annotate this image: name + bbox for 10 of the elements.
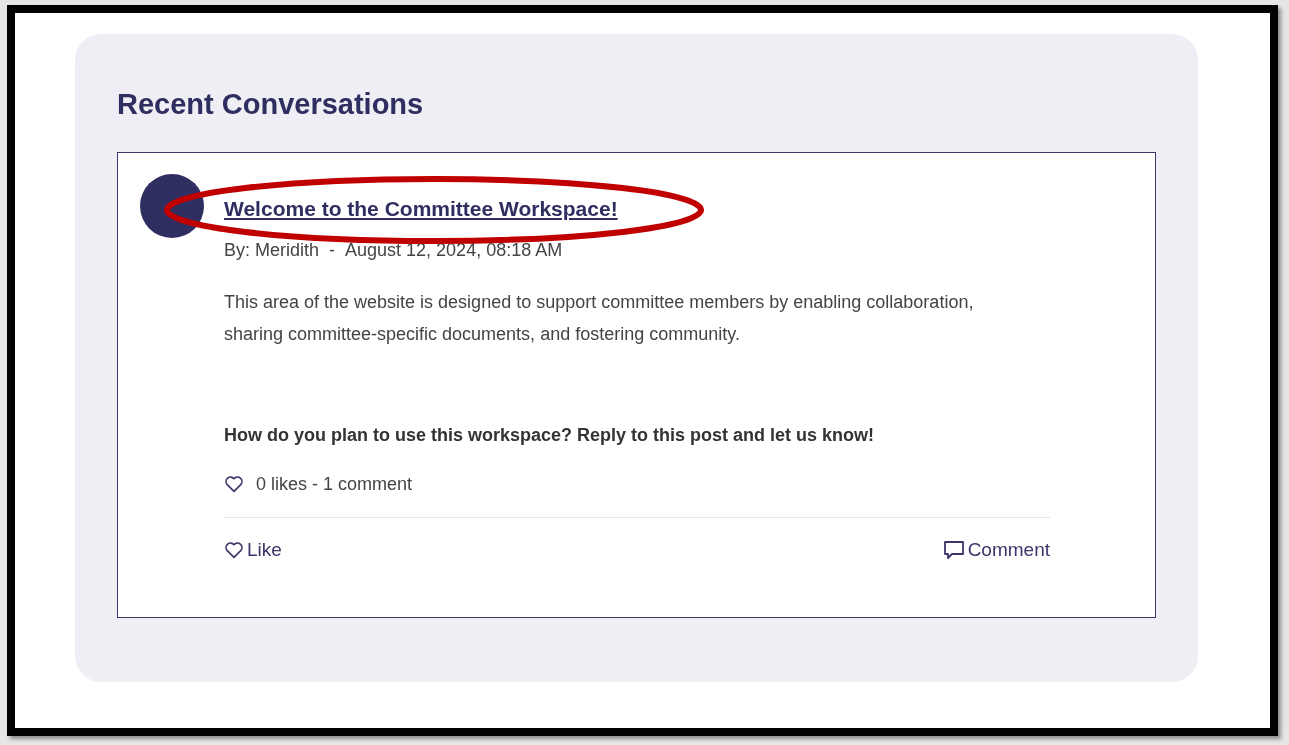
like-button[interactable]: Like bbox=[224, 538, 282, 562]
heart-icon bbox=[224, 475, 244, 493]
comment-button[interactable]: Comment bbox=[942, 538, 1050, 562]
post-body: This area of the website is designed to support committee members by enabling collaboration, sharing committee-specific documents, and fostering community. bbox=[224, 291, 975, 346]
post-question: How do you plan to use this workspace? Reply to this post and let us know! bbox=[224, 424, 876, 447]
post-stats: 0 likes - 1 comment bbox=[256, 473, 413, 496]
comment-icon bbox=[942, 540, 965, 560]
meta-separator: - bbox=[329, 239, 336, 262]
section-title: Recent Conversations bbox=[117, 87, 424, 122]
post-author: By: Meridith bbox=[224, 239, 320, 262]
